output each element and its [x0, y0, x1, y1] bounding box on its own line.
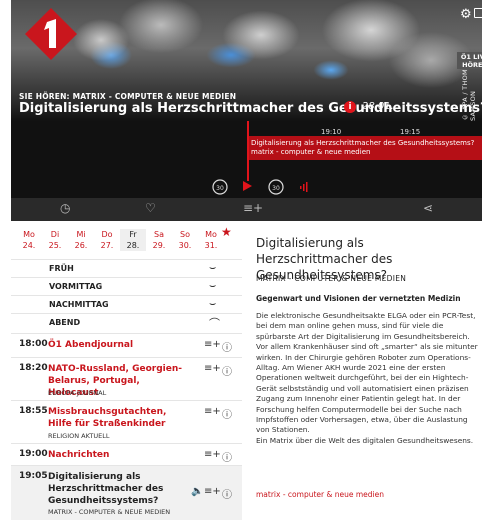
program-title[interactable]: Digitalisierung als Herzschrittmacher de… [48, 471, 188, 507]
day-date: 24. [22, 241, 36, 250]
info-icon[interactable]: ⓘ [222, 406, 232, 421]
live-button[interactable]: Ö1 LIVE HÖREN [457, 52, 482, 69]
chevron-up-icon[interactable]: ⌒ [209, 315, 220, 331]
program-time: 18:20 [19, 363, 48, 373]
current-program-box[interactable]: Digitalisierung als Herzschrittmacher de… [249, 136, 482, 160]
section-header[interactable]: ABEND ⌒ [11, 313, 242, 331]
detail-panel: Digitalisierung als Herzschrittmacher de… [242, 221, 482, 520]
day-tab[interactable]: So 30. [172, 229, 198, 251]
rewind-30-icon[interactable]: 30 [211, 178, 229, 196]
program-time: 19:05 [19, 471, 48, 481]
add-to-playlist-icon[interactable]: ≡+ [204, 339, 221, 350]
day-tab[interactable]: Mi 26. [68, 229, 94, 251]
clock-icon[interactable]: ◷ [60, 201, 70, 215]
action-bar: ◷ ♡ ≡+ ⋖ [11, 198, 482, 221]
section-label: NACHMITTAG [49, 300, 109, 309]
day-date: 28. [126, 241, 140, 250]
section-header[interactable]: VORMITTAG ⌣ [11, 277, 242, 295]
program-series: RELIGION AKTUELL [48, 432, 110, 440]
day-name: So [180, 230, 190, 239]
play-icon[interactable] [240, 179, 254, 193]
oe1-logo [25, 8, 77, 60]
svg-text:30: 30 [272, 185, 280, 192]
timeline-tick: 19:15 [400, 128, 421, 136]
schedule-panel: Mo 24. Di 25. Mi 26. Do 27. Fr 28. Sa 29. So 30. Mo 31.… [11, 221, 242, 520]
current-program-show: matrix - computer & neue medien [251, 148, 371, 156]
forward-30-icon[interactable]: 30 [267, 178, 285, 196]
program-time: 19:00 [19, 449, 48, 459]
now-playing-tag: SIE HÖREN: MATRIX - COMPUTER & NEUE MEDI… [19, 92, 237, 101]
day-date: 27. [100, 241, 114, 250]
day-date: 31. [204, 241, 218, 250]
day-tab[interactable]: Fr 28. [120, 229, 146, 251]
section-header[interactable]: NACHMITTAG ⌣ [11, 295, 242, 313]
day-tab[interactable]: Do 27. [94, 229, 120, 251]
speaker-icon[interactable]: 🔈 [191, 486, 203, 497]
program-title[interactable]: Ö1 Abendjournal [48, 339, 188, 351]
now-playing-title: Digitalisierung als Herzschrittmacher de… [19, 101, 482, 116]
day-date: 25. [48, 241, 62, 250]
day-name: Do [101, 230, 113, 239]
info-icon[interactable]: ⓘ [222, 449, 232, 464]
share-icon[interactable]: ⋖ [423, 201, 433, 215]
program-row[interactable]: 19:05 Digitalisierung als Herzschrittmach… [11, 465, 242, 520]
day-tab[interactable]: Mo 24. [16, 229, 42, 251]
section-header[interactable]: FRÜH ⌣ [11, 259, 242, 277]
day-name: Di [50, 230, 60, 239]
info-icon[interactable]: ⓘ [222, 363, 232, 378]
add-to-playlist-icon[interactable]: ≡+ [204, 486, 221, 497]
day-name: Mo [23, 230, 35, 239]
day-date: 26. [74, 241, 88, 250]
timeline[interactable]: 19:10 19:15 Digitalisierung als Herzschr… [11, 121, 482, 181]
favorites-star-icon[interactable]: ★ [221, 225, 232, 239]
add-to-playlist-icon[interactable]: ≡+ [204, 363, 221, 374]
day-date: 29. [152, 241, 166, 250]
player: ⚙ © APA / THOMAS SAMSON SIE HÖREN: MATRI… [0, 0, 482, 221]
hero-image: ⚙ © APA / THOMAS SAMSON SIE HÖREN: MATRI… [11, 0, 482, 121]
add-to-playlist-icon[interactable]: ≡+ [204, 449, 221, 460]
live-sub: HÖREN [462, 61, 482, 69]
day-date: 30. [178, 241, 192, 250]
program-series: MATRIX - COMPUTER & NEUE MEDIEN [48, 508, 171, 516]
detail-show: MATRIX - COMPUTER & NEUE MEDIEN [256, 274, 407, 283]
program-row[interactable]: 18:55 Missbrauchsgutachten, Hilfe für Str… [11, 400, 242, 443]
live-label: Ö1 LIVE [460, 53, 482, 61]
current-program-title: Digitalisierung als Herzschrittmacher de… [251, 139, 475, 147]
detail-lead: Gegenwart und Visionen der vernetzten Me… [256, 294, 461, 303]
day-tab[interactable]: Sa 29. [146, 229, 172, 251]
chevron-down-icon[interactable]: ⌣ [209, 261, 216, 275]
program-time: 18:55 [19, 406, 48, 416]
chevron-down-icon[interactable]: ⌣ [209, 279, 216, 293]
settings-icon[interactable]: ⚙ [460, 7, 472, 22]
day-name: Fr [129, 230, 137, 239]
day-name: Mi [76, 230, 86, 239]
chevron-down-icon[interactable]: ⌣ [209, 297, 216, 311]
section-label: ABEND [49, 318, 81, 327]
program-time: 18:00 [19, 339, 48, 349]
svg-text:30: 30 [216, 185, 224, 192]
broadcast-date: 28.01. [362, 101, 394, 112]
section-label: FRÜH [49, 264, 74, 273]
day-name: Sa [154, 230, 164, 239]
timeline-tick: 19:10 [321, 128, 342, 136]
heart-icon[interactable]: ♡ [145, 201, 156, 215]
program-row[interactable]: 18:00 Ö1 Abendjournal ≡+ ⓘ [11, 333, 242, 357]
info-icon[interactable]: i [344, 101, 356, 113]
volume-icon[interactable] [298, 181, 310, 193]
program-series: EUROPA-JOURNAL [48, 389, 107, 397]
program-row[interactable]: 19:00 Nachrichten ≡+ ⓘ [11, 443, 242, 465]
info-icon[interactable]: ⓘ [222, 339, 232, 354]
add-to-playlist-icon[interactable]: ≡+ [243, 201, 263, 215]
day-selector: Mo 24. Di 25. Mi 26. Do 27. Fr 28. Sa 29. So 30. Mo 31. [11, 229, 242, 259]
show-link[interactable]: matrix - computer & neue medien [256, 490, 384, 499]
program-row[interactable]: 18:20 NATO-Russland, Georgien-Belarus, Po… [11, 357, 242, 400]
program-title[interactable]: Nachrichten [48, 449, 188, 461]
detail-body: Die elektronische Gesundheitsakte ELGA o… [256, 311, 478, 445]
program-title[interactable]: Missbrauchsgutachten, Hilfe für Straßenk… [48, 406, 188, 430]
cast-icon[interactable] [474, 8, 482, 18]
info-icon[interactable]: ⓘ [222, 486, 232, 501]
day-tab[interactable]: Di 25. [42, 229, 68, 251]
section-label: VORMITTAG [49, 282, 103, 291]
add-to-playlist-icon[interactable]: ≡+ [204, 406, 221, 417]
